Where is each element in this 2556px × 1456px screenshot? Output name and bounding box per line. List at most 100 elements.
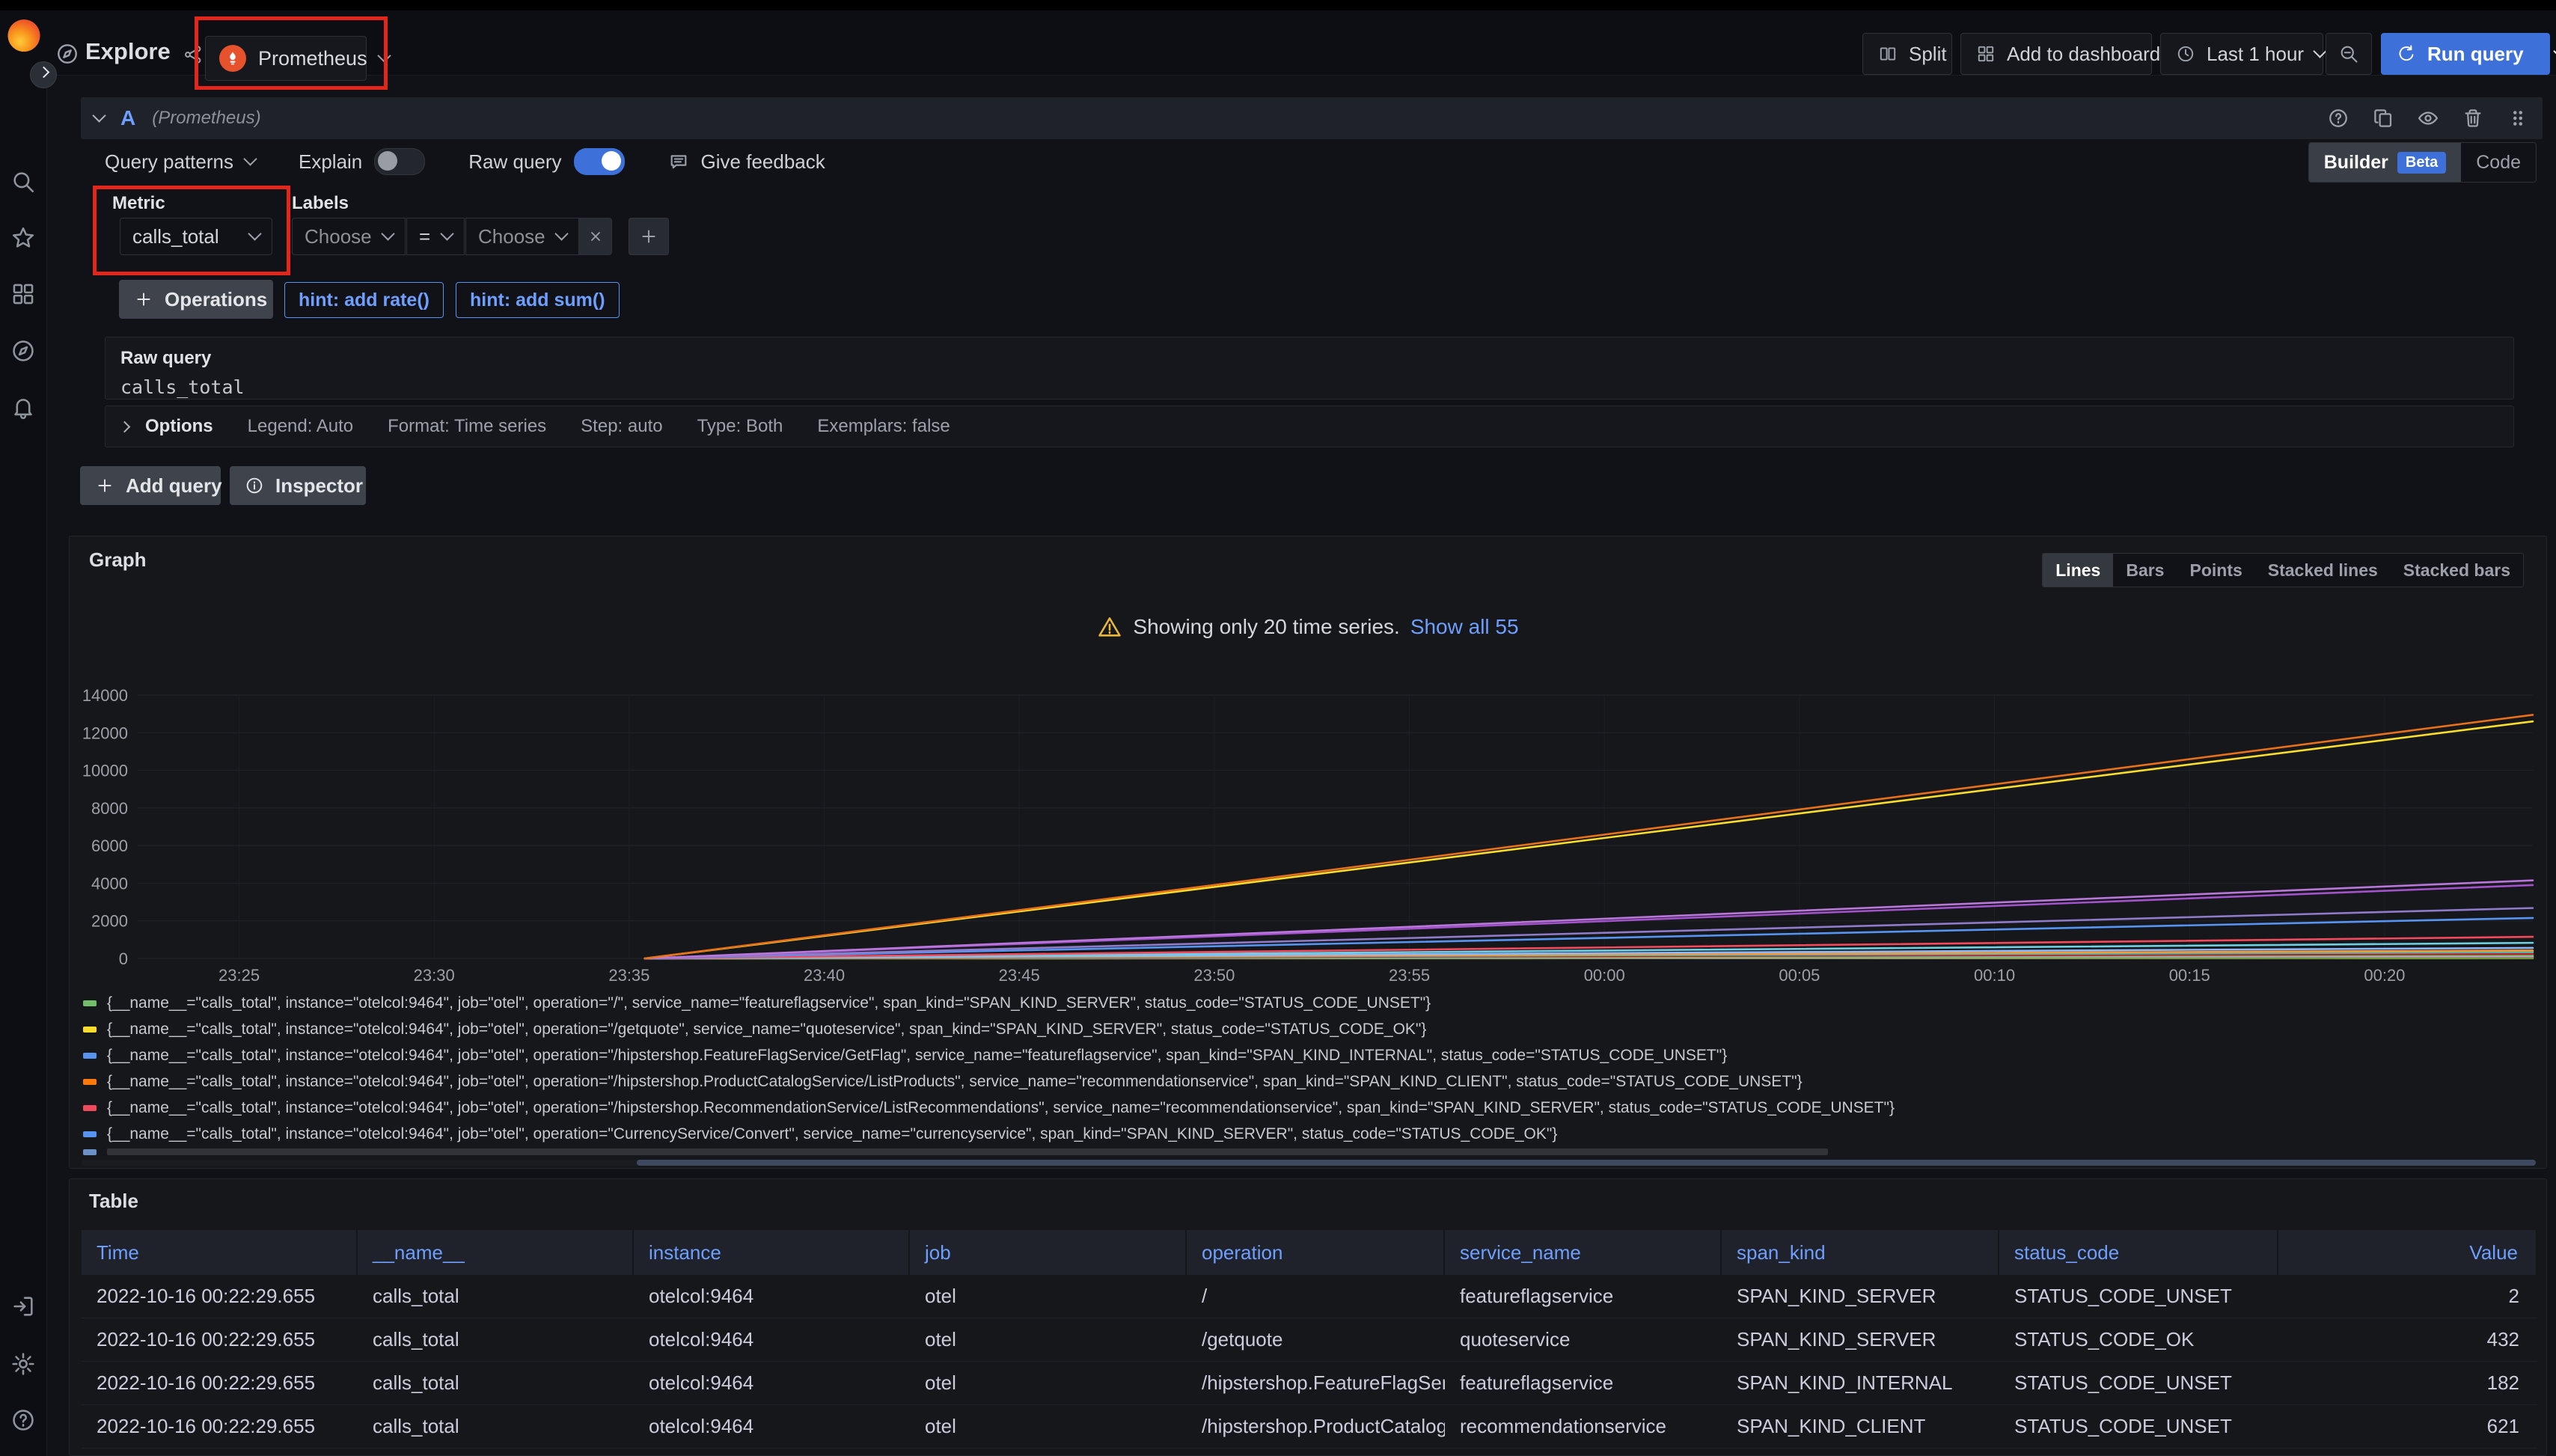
code-mode-button[interactable]: Code: [2461, 143, 2536, 182]
query-hint-button-0[interactable]: hint: add rate(): [284, 282, 444, 318]
graph-panel-title: Graph: [89, 548, 147, 572]
datasource-name: Prometheus: [258, 47, 367, 70]
option-summary-1: Format: Time series: [388, 416, 546, 437]
table-cell: STATUS_CODE_UNSET: [1999, 1275, 2278, 1318]
explore-compass-icon: [55, 42, 79, 66]
query-row-header[interactable]: A (Prometheus): [81, 97, 2543, 139]
svg-text:00:10: 00:10: [1974, 966, 2015, 985]
label-operator-select[interactable]: =: [406, 218, 465, 255]
table-cell: otel: [910, 1275, 1187, 1318]
drag-handle-icon[interactable]: [2507, 107, 2529, 129]
sidebar-item-bell-icon[interactable]: [10, 394, 37, 420]
svg-text:00:05: 00:05: [1779, 966, 1820, 985]
builder-mode-button[interactable]: Builder Beta: [2309, 143, 2461, 182]
zoom-out-button[interactable]: [2326, 33, 2372, 75]
table-column-header-service-name[interactable]: service_name: [1445, 1230, 1722, 1275]
label-value-select[interactable]: Choose: [465, 218, 579, 255]
sidebar-item-help-icon[interactable]: [10, 1407, 37, 1434]
inspector-button[interactable]: Inspector: [230, 466, 366, 505]
remove-label-filter-button[interactable]: [579, 218, 612, 255]
split-button[interactable]: Split: [1862, 33, 1952, 75]
table-cell: SPAN_KIND_CLIENT: [1722, 1405, 1999, 1448]
explain-toggle[interactable]: [374, 148, 425, 175]
table-column-header-job[interactable]: job: [910, 1230, 1187, 1275]
legend-scrollbar-track: [82, 1160, 2536, 1166]
sidebar-item-search-icon[interactable]: [10, 168, 37, 195]
table-column-header-span-kind[interactable]: span_kind: [1722, 1230, 1999, 1275]
show-all-series-link[interactable]: Show all 55: [1410, 615, 1519, 639]
legend-swatch: [83, 1053, 97, 1059]
label-key-select[interactable]: Choose: [292, 218, 406, 255]
option-summary-2: Step: auto: [581, 416, 662, 437]
legend-item-1[interactable]: {__name__="calls_total", instance="otelc…: [83, 1016, 2531, 1042]
table-cell: 2022-10-16 00:22:29.655: [82, 1362, 358, 1404]
graph-mode-stacked-bars[interactable]: Stacked bars: [2391, 554, 2523, 587]
table-cell: calls_total: [358, 1405, 634, 1448]
table-cell: otel: [910, 1318, 1187, 1361]
add-label-filter-button[interactable]: [629, 218, 669, 255]
add-query-button[interactable]: Add query: [80, 466, 221, 505]
metric-value: calls_total: [132, 225, 219, 248]
refresh-icon: [2397, 44, 2416, 64]
table-column-header-time[interactable]: Time: [82, 1230, 358, 1275]
query-hints: hint: add rate() hint: add sum(): [284, 282, 620, 318]
share-icon[interactable]: [183, 44, 204, 65]
plus-icon: [95, 476, 114, 495]
table-cell: 2022-10-16 00:22:29.655: [82, 1275, 358, 1318]
svg-text:12000: 12000: [82, 724, 128, 742]
legend-item-overflow[interactable]: [83, 1147, 2531, 1157]
sidebar-item-star-icon[interactable]: [10, 224, 37, 251]
graph-mode-lines[interactable]: Lines: [2043, 554, 2113, 587]
metric-select[interactable]: calls_total: [120, 218, 272, 255]
collapse-query-chevron-icon[interactable]: [92, 108, 106, 122]
remove-query-icon[interactable]: [2462, 107, 2484, 129]
duplicate-query-icon[interactable]: [2372, 107, 2394, 129]
table-row-2: 2022-10-16 00:22:29.655calls_totalotelco…: [82, 1362, 2537, 1405]
query-patterns-dropdown[interactable]: Query patterns: [105, 150, 255, 174]
table-column-header---name--[interactable]: __name__: [358, 1230, 634, 1275]
sidebar-expand-button[interactable]: [30, 61, 57, 88]
table-column-header-status-code[interactable]: status_code: [1999, 1230, 2278, 1275]
time-range-picker[interactable]: Last 1 hour: [2160, 33, 2323, 75]
raw-query-panel-label: Raw query: [120, 348, 2498, 369]
query-hint-button-1[interactable]: hint: add sum(): [456, 282, 620, 318]
query-help-icon[interactable]: [2327, 107, 2349, 129]
legend-item-4[interactable]: {__name__="calls_total", instance="otelc…: [83, 1095, 2531, 1121]
sidebar-item-compass-icon[interactable]: [10, 337, 37, 364]
graph-mode-stacked-lines[interactable]: Stacked lines: [2255, 554, 2391, 587]
table-column-header-value[interactable]: Value: [2278, 1230, 2537, 1275]
time-series-chart[interactable]: 0200040006000800010000120001400023:2523:…: [74, 683, 2543, 990]
legend-scrollbar-thumb[interactable]: [637, 1160, 2536, 1166]
sidebar-item-apps-icon[interactable]: [10, 281, 37, 308]
legend-item-2[interactable]: {__name__="calls_total", instance="otelc…: [83, 1042, 2531, 1068]
expand-options-chevron-icon[interactable]: [119, 420, 131, 432]
legend-item-0[interactable]: {__name__="calls_total", instance="otelc…: [83, 990, 2531, 1016]
svg-text:23:30: 23:30: [414, 966, 455, 985]
give-feedback-link[interactable]: Give feedback: [668, 150, 825, 174]
chevron-down-icon[interactable]: [2553, 44, 2556, 58]
table-column-header-instance[interactable]: instance: [634, 1230, 910, 1275]
legend-swatch: [83, 1149, 97, 1155]
add-to-dashboard-button[interactable]: Add to dashboard: [1960, 33, 2152, 75]
query-options-bar[interactable]: Options Legend: AutoFormat: Time seriesS…: [105, 406, 2514, 447]
legend-item-5[interactable]: {__name__="calls_total", instance="otelc…: [83, 1121, 2531, 1147]
legend-item-3[interactable]: {__name__="calls_total", instance="otelc…: [83, 1068, 2531, 1095]
datasource-picker[interactable]: Prometheus: [205, 36, 367, 81]
run-query-button[interactable]: Run query: [2381, 33, 2550, 75]
table-cell: SPAN_KIND_SERVER: [1722, 1318, 1999, 1361]
warning-triangle-icon: [1097, 614, 1122, 640]
svg-text:10000: 10000: [82, 762, 128, 780]
results-table: Time__name__instancejoboperationservice_…: [82, 1230, 2537, 1456]
table-cell: featureflagservice: [1445, 1362, 1722, 1404]
add-operations-button[interactable]: Operations: [119, 280, 273, 319]
sidebar-item-signin-icon[interactable]: [10, 1293, 37, 1320]
graph-mode-points[interactable]: Points: [2177, 554, 2254, 587]
table-column-header-operation[interactable]: operation: [1187, 1230, 1445, 1275]
raw-query-toggle[interactable]: [574, 148, 625, 175]
hide-response-icon[interactable]: [2417, 107, 2439, 129]
graph-mode-bars[interactable]: Bars: [2113, 554, 2177, 587]
legend-label: {__name__="calls_total", instance="otelc…: [107, 1021, 1426, 1039]
sidebar-item-gear-icon[interactable]: [10, 1351, 37, 1377]
legend-label: {__name__="calls_total", instance="otelc…: [107, 1099, 1895, 1117]
table-row-3: 2022-10-16 00:22:29.655calls_totalotelco…: [82, 1405, 2537, 1449]
